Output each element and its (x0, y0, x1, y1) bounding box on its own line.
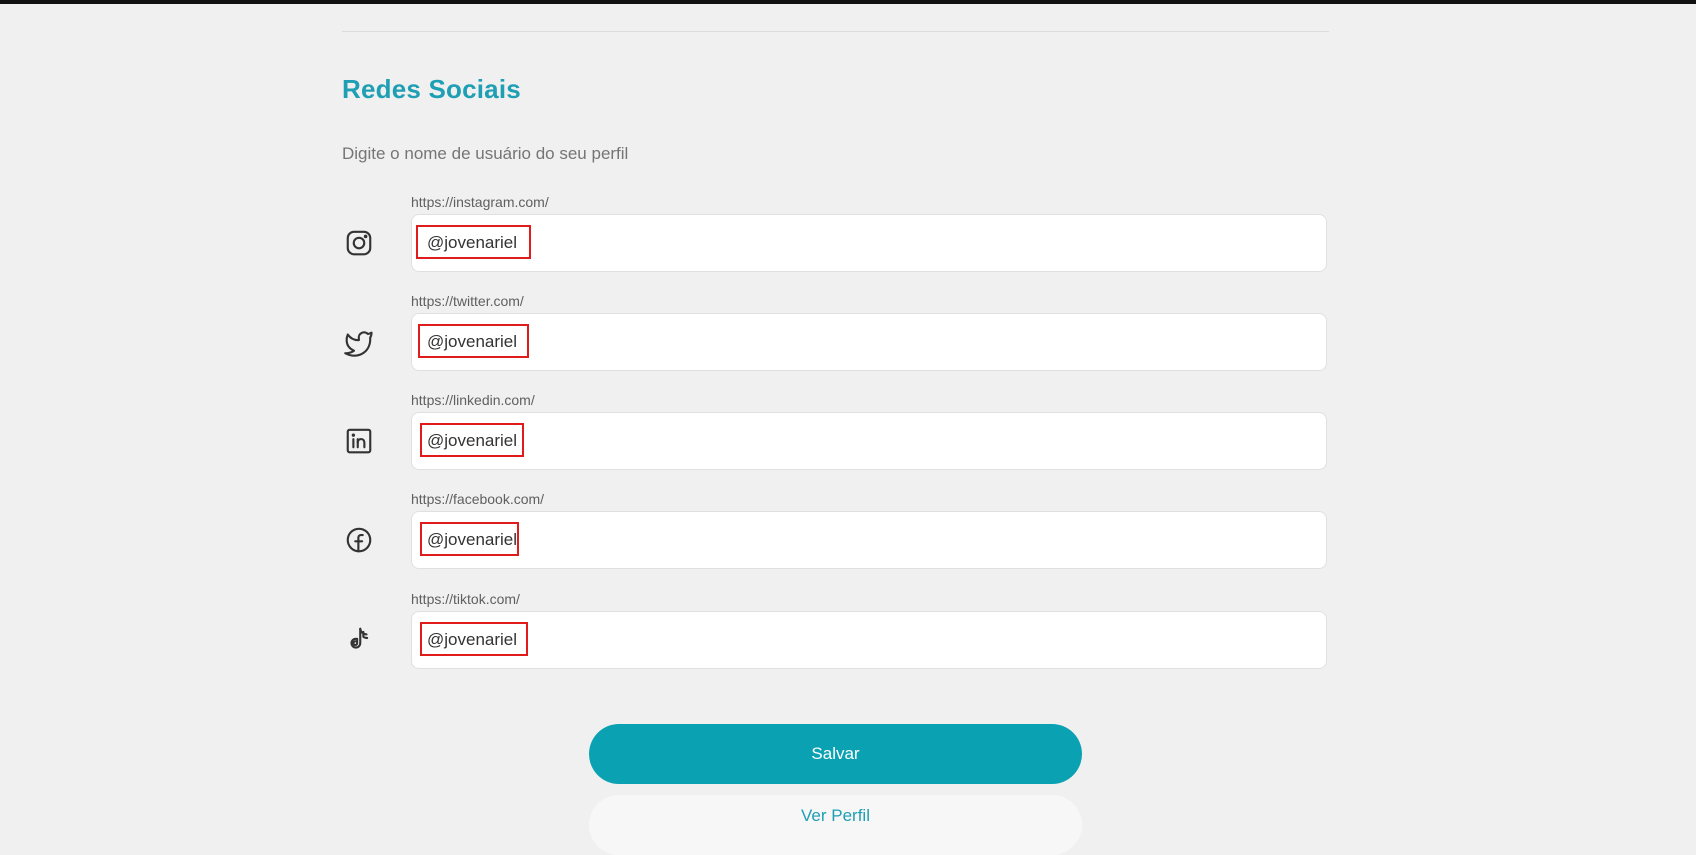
linkedin-url-label: https://linkedin.com/ (411, 392, 535, 408)
facebook-url-label: https://facebook.com/ (411, 491, 545, 507)
section-divider (342, 31, 1329, 32)
instagram-username-input[interactable] (412, 215, 1326, 271)
twitter-username-field (411, 313, 1327, 371)
instagram-icon (342, 226, 376, 260)
twitter-username-input[interactable] (412, 314, 1326, 370)
section-title: Redes Sociais (342, 74, 521, 104)
save-button[interactable]: Salvar (589, 724, 1082, 784)
social-row-facebook: https://facebook.com/ (342, 491, 1329, 581)
social-row-instagram: https://instagram.com/ (342, 194, 1329, 284)
tiktok-username-field (411, 611, 1327, 669)
facebook-username-input[interactable] (412, 512, 1326, 568)
social-row-twitter: https://twitter.com/ (342, 293, 1329, 383)
facebook-username-field (411, 511, 1327, 569)
facebook-icon (342, 523, 376, 557)
instagram-username-field (411, 214, 1327, 272)
linkedin-icon (342, 424, 376, 458)
tiktok-username-input[interactable] (412, 612, 1326, 668)
twitter-url-label: https://twitter.com/ (411, 293, 524, 309)
tiktok-icon (342, 623, 376, 657)
view-profile-button[interactable]: Ver Perfil (589, 795, 1082, 855)
instagram-url-label: https://instagram.com/ (411, 194, 549, 210)
social-row-tiktok: https://tiktok.com/ (342, 591, 1329, 681)
twitter-icon (342, 325, 376, 359)
top-bar (0, 0, 1696, 4)
social-row-linkedin: https://linkedin.com/ (342, 392, 1329, 482)
linkedin-username-field (411, 412, 1327, 470)
tiktok-url-label: https://tiktok.com/ (411, 591, 520, 607)
section-subtitle: Digite o nome de usuário do seu perfil (342, 144, 629, 163)
linkedin-username-input[interactable] (412, 413, 1326, 469)
